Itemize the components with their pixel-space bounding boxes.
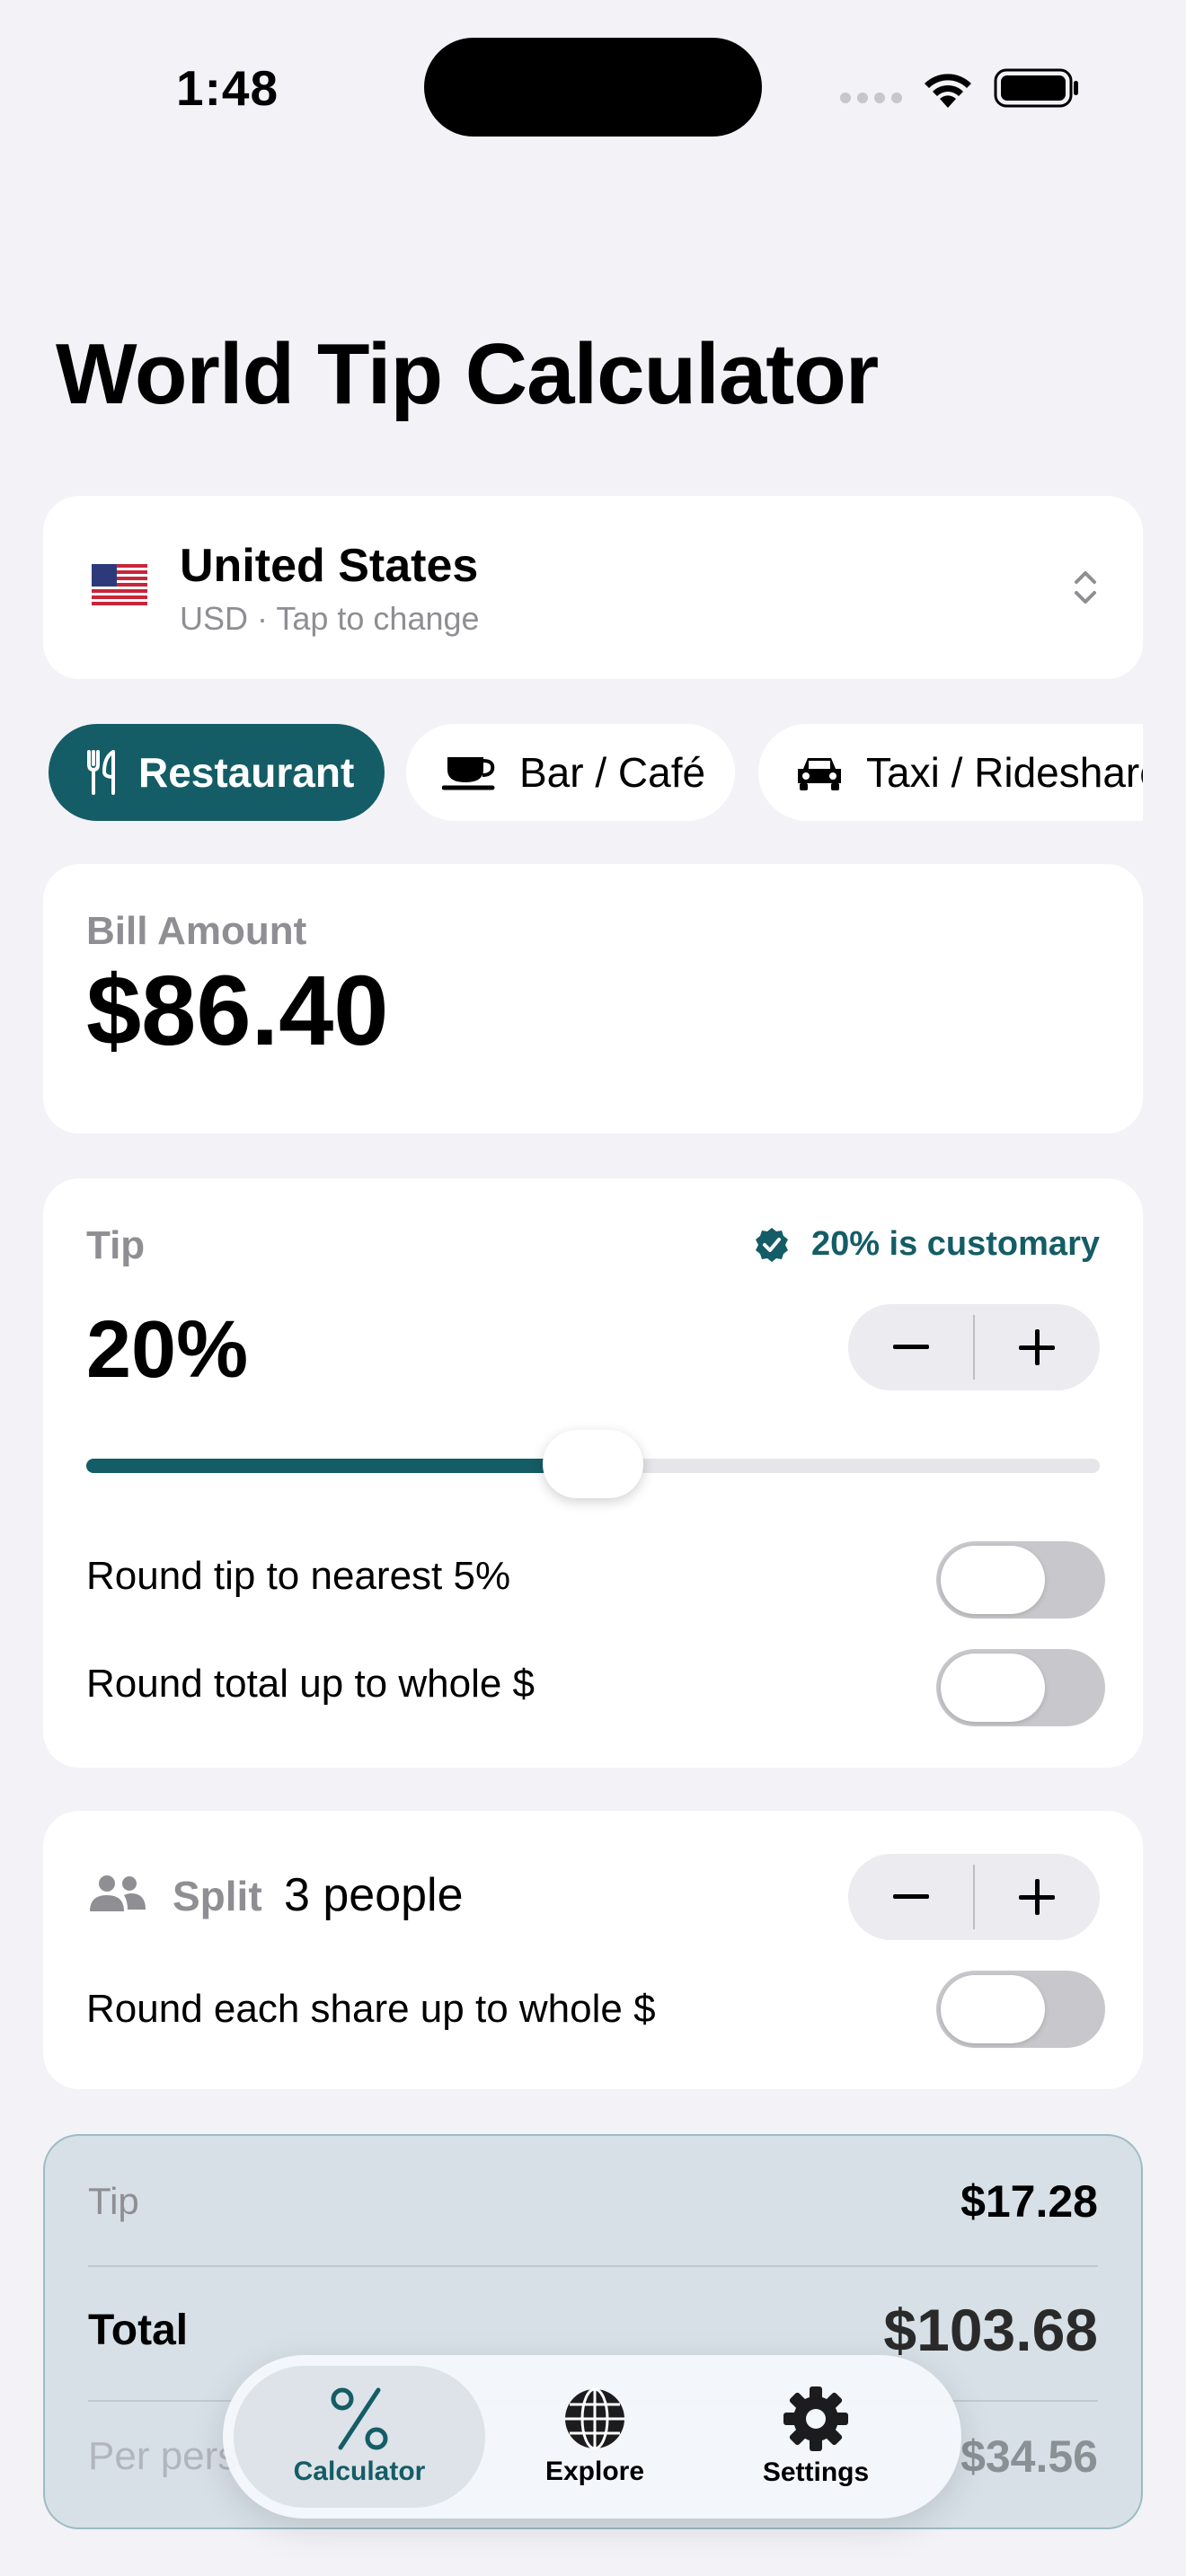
battery-icon: [994, 68, 1078, 108]
tab-settings[interactable]: Settings: [713, 2366, 918, 2508]
fork-knife-icon: [86, 750, 117, 795]
bill-amount-label: Bill Amount: [86, 909, 307, 953]
tip-label: Tip: [86, 1223, 146, 1267]
summary-total-value: $103.68: [883, 2297, 1098, 2363]
tip-slider-fill: [86, 1459, 593, 1473]
tip-stepper: [848, 1304, 1100, 1390]
split-increment-button[interactable]: [975, 1854, 1100, 1940]
wifi-icon: [925, 74, 971, 108]
round-share-label: Round each share up to whole $: [86, 1987, 656, 2031]
summary-total-label: Total: [88, 2306, 189, 2354]
people-icon: [90, 1875, 146, 1911]
plus-icon: [1019, 1879, 1056, 1915]
us-flag-icon: [92, 564, 147, 605]
split-stepper: [848, 1854, 1100, 1940]
tab-explore[interactable]: Explore: [492, 2366, 697, 2508]
customary-text: 20% is customary: [810, 1225, 1100, 1263]
status-time: 1:48: [176, 60, 279, 116]
plus-icon: [1019, 1329, 1056, 1365]
globe-icon: [565, 2387, 624, 2450]
tab-calculator[interactable]: Calculator: [234, 2366, 485, 2508]
category-chip-taxi[interactable]: Taxi / Rideshare: [758, 724, 1143, 821]
summary-tip-row: Tip $17.28: [88, 2175, 1098, 2228]
customary-note: 20% is customary: [754, 1225, 1100, 1264]
verified-badge-icon: [755, 1227, 788, 1262]
tip-percent-value: 20%: [86, 1305, 249, 1395]
tab-label: Calculator: [293, 2457, 426, 2486]
tab-bar: Calculator Explore Settings: [223, 2355, 961, 2519]
country-name: United States: [180, 540, 479, 592]
gear-icon: [783, 2386, 848, 2451]
tip-decrement-button[interactable]: [848, 1304, 973, 1390]
page-title: World Tip Calculator: [56, 326, 879, 422]
cup-icon: [442, 752, 498, 793]
category-label: Taxi / Rideshare: [866, 749, 1143, 796]
cellular-signal-icon: [840, 93, 902, 103]
bill-amount-card[interactable]: Bill Amount $86.40: [43, 864, 1143, 1134]
chevron-up-down-icon: [1075, 571, 1096, 604]
round-total-toggle[interactable]: [936, 1649, 1105, 1726]
round-tip-toggle[interactable]: [936, 1541, 1105, 1619]
category-label: Restaurant: [138, 749, 355, 796]
round-share-toggle[interactable]: [936, 1971, 1105, 2048]
split-card: Split 3 people Round each share up to wh…: [43, 1811, 1143, 2089]
tip-increment-button[interactable]: [975, 1304, 1100, 1390]
tip-slider[interactable]: [86, 1430, 1100, 1498]
minus-icon: [892, 1345, 929, 1349]
tip-card: Tip 20% is customary 20% Round tip to ne…: [43, 1178, 1143, 1768]
split-count: 3 people: [284, 1869, 464, 1921]
percent-icon: [331, 2387, 388, 2450]
summary-total-row: Total $103.68: [88, 2296, 1098, 2364]
minus-icon: [892, 1894, 929, 1899]
summary-tip-value: $17.28: [960, 2176, 1098, 2227]
round-tip-label: Round tip to nearest 5%: [86, 1554, 511, 1598]
summary-tip-label: Tip: [88, 2180, 139, 2222]
category-label: Bar / Café: [519, 749, 706, 796]
category-chip-bar-cafe[interactable]: Bar / Café: [406, 724, 735, 821]
country-selector[interactable]: United States USD · Tap to change: [43, 496, 1143, 679]
car-icon: [794, 753, 845, 792]
summary-per-person-value: $34.56: [960, 2431, 1098, 2482]
dynamic-island: [424, 38, 762, 137]
split-decrement-button[interactable]: [848, 1854, 973, 1940]
split-label: Split: [173, 1873, 262, 1919]
category-chip-restaurant[interactable]: Restaurant: [49, 724, 385, 821]
tab-label: Explore: [544, 2457, 645, 2486]
round-total-label: Round total up to whole $: [86, 1662, 535, 1706]
country-subtitle: USD · Tap to change: [180, 600, 480, 637]
tip-slider-thumb[interactable]: [543, 1430, 643, 1498]
bill-amount-value[interactable]: $86.40: [86, 954, 388, 1068]
tab-label: Settings: [762, 2457, 870, 2487]
